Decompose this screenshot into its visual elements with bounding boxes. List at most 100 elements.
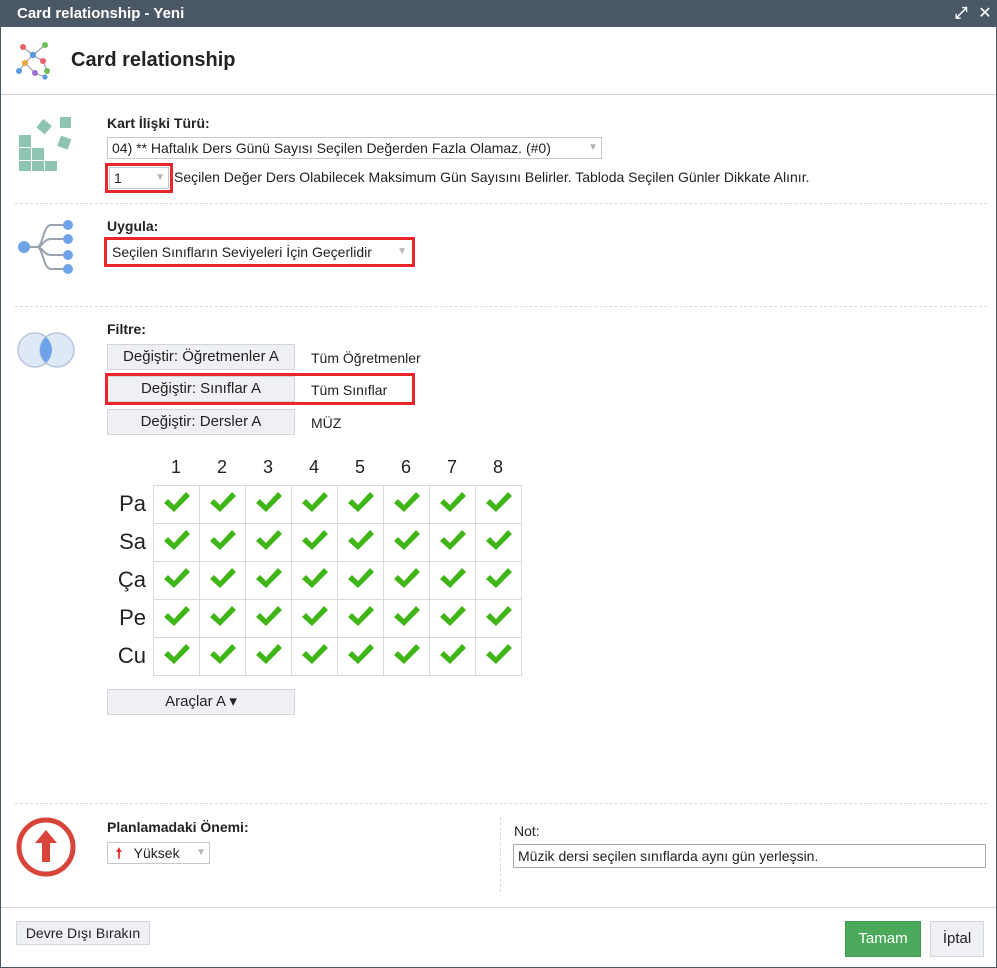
grid-column-header: 4 [308,457,319,477]
grid-cell[interactable] [475,561,522,600]
grid-cell[interactable] [383,523,430,562]
checkmark-icon [255,568,282,588]
branch-icon [18,220,73,274]
title-bar: Card relationship - Yeni ⤢ ✕ [1,1,996,27]
grid-cell[interactable] [245,523,292,562]
arrow-up-icon: 🠕 [116,845,123,861]
change-teachers-button[interactable]: Değiştir: Öğretmenler A [107,344,295,370]
checkmark-icon [393,492,420,512]
checkmark-icon [347,644,374,664]
grid-cell[interactable] [475,599,522,638]
checkmark-icon [485,568,512,588]
chevron-down-icon: ▼ [588,142,598,153]
grid-cell[interactable] [337,599,384,638]
cancel-button[interactable]: İptal [930,921,984,957]
maximize-icon[interactable]: ⤢ [951,1,971,27]
relation-type-select[interactable]: 04) ** Haftalık Ders Günü Sayısı Seçilen… [107,137,602,159]
checkmark-icon [485,530,512,550]
grid-cell[interactable] [337,637,384,676]
change-subjects-button[interactable]: Değiştir: Dersler A [107,409,295,435]
grid-cell[interactable] [291,523,338,562]
grid-cell[interactable] [475,485,522,524]
grid-cell[interactable] [199,599,246,638]
grid-row [153,485,522,524]
grid-column-header: 2 [216,457,227,477]
checkmark-icon [163,606,190,626]
grid-cell[interactable] [429,523,476,562]
checkmark-icon [485,644,512,664]
checkmark-icon [393,530,420,550]
grid-column-header: 1 [170,457,181,477]
checkmark-icon [209,644,236,664]
highlight-box [105,163,173,193]
checkmark-icon [209,568,236,588]
relation-type-value: 04) ** Haftalık Ders Günü Sayısı Seçilen… [112,140,551,156]
checkmark-icon [439,492,466,512]
checkmark-icon [255,492,282,512]
grid-cell[interactable] [475,523,522,562]
grid-cell[interactable] [383,599,430,638]
grid-cell[interactable] [199,485,246,524]
grid-cell[interactable] [245,561,292,600]
grid-cell[interactable] [199,637,246,676]
arrow-up-circle-icon [16,817,76,877]
grid-cell[interactable] [429,561,476,600]
checkmark-icon [301,644,328,664]
checkmark-icon [301,530,328,550]
grid-cell[interactable] [291,485,338,524]
grid-row-header: Cu [117,643,146,668]
grid-cell[interactable] [429,637,476,676]
checkmark-icon [485,492,512,512]
vertical-divider [500,817,501,892]
dialog-header: Card relationship [1,27,996,95]
ok-button[interactable]: Tamam [845,921,921,957]
grid-cell[interactable] [153,485,200,524]
grid-cell[interactable] [245,599,292,638]
checkmark-icon [393,568,420,588]
day-period-grid [153,485,522,676]
tools-button[interactable]: Araçlar A ▾ [107,689,295,715]
grid-cell[interactable] [475,637,522,676]
dialog-footer: Devre Dışı Bırakın Tamam İptal [1,907,996,967]
grid-row-header: Pa [119,491,146,516]
checkmark-icon [347,530,374,550]
grid-cell[interactable] [153,561,200,600]
checkmark-icon [163,644,190,664]
grid-cell[interactable] [291,561,338,600]
grid-cell[interactable] [429,485,476,524]
grid-cell[interactable] [153,599,200,638]
checkmark-icon [439,530,466,550]
checkmark-icon [255,644,282,664]
grid-cell[interactable] [245,485,292,524]
grid-row-header: Ça [117,567,146,592]
disable-button[interactable]: Devre Dışı Bırakın [16,921,150,945]
importance-select[interactable]: 🠕 Yüksek ▼ [107,842,210,864]
grid-cell[interactable] [291,599,338,638]
filter-label: Filtre: [107,321,146,337]
grid-column-header: 7 [446,457,457,477]
checkmark-icon [163,492,190,512]
checkmark-icon [209,492,236,512]
grid-cell[interactable] [337,561,384,600]
grid-cell[interactable] [245,637,292,676]
checkmark-icon [393,606,420,626]
grid-row [153,637,522,676]
grid-cell[interactable] [383,485,430,524]
grid-cell[interactable] [429,599,476,638]
grid-cell[interactable] [383,637,430,676]
grid-column-header: 8 [492,457,503,477]
note-input[interactable]: Müzik dersi seçilen sınıflarda aynı gün … [513,844,986,868]
close-icon[interactable]: ✕ [975,1,995,27]
grid-cell[interactable] [153,523,200,562]
venn-icon [17,332,75,368]
grid-cell[interactable] [337,485,384,524]
checkmark-icon [209,606,236,626]
chevron-down-icon: ▼ [196,847,206,858]
grid-cell[interactable] [291,637,338,676]
dialog-title: Card relationship [71,49,236,71]
grid-cell[interactable] [199,561,246,600]
grid-cell[interactable] [337,523,384,562]
grid-cell[interactable] [199,523,246,562]
grid-cell[interactable] [153,637,200,676]
grid-cell[interactable] [383,561,430,600]
